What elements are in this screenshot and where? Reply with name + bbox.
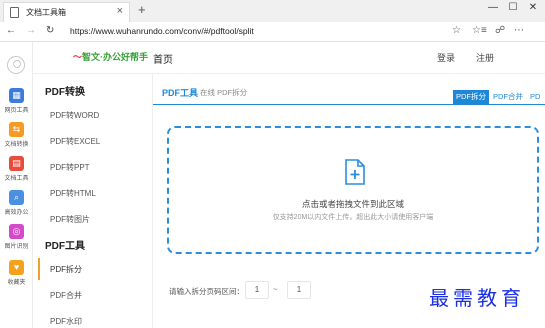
rail-item-office[interactable]: ⌕ 高效办公 xyxy=(0,190,33,220)
refresh-icon[interactable]: ↻ xyxy=(46,25,54,36)
sidebar-item-pdf-to-image[interactable]: PDF转图片 xyxy=(50,214,90,225)
browser-tab-bar: 文档工具箱 × + — ☐ ✕ xyxy=(0,0,545,22)
category-sidebar: PDF转换 PDF转WORD PDF转EXCEL PDF转PPT PDF转HTM… xyxy=(33,74,153,328)
tab-pdf-split[interactable]: PDF拆分 xyxy=(453,90,489,104)
rail-item-favorites[interactable]: ♥ 收藏夹 xyxy=(0,260,33,290)
favorites-icon[interactable]: ☆≡ xyxy=(472,25,487,36)
rail-item-label: 图片识别 xyxy=(4,244,29,250)
active-indicator xyxy=(38,258,40,280)
address-bar: ← → ↻ https://www.wuhanrundo.com/conv/#/… xyxy=(0,22,545,42)
upload-dropzone[interactable]: 点击或者拖拽文件到此区域 仅支持20M以内文件上传，超出此大小请使用客户端 xyxy=(167,126,539,254)
site-logo[interactable]: 〜智文·办公好帮手 xyxy=(73,50,148,63)
site-header: 〜智文·办公好帮手 首页 登录 注册 xyxy=(33,42,545,74)
sidebar-item-pdf-to-html[interactable]: PDF转HTML xyxy=(50,188,96,199)
page-title: PDF工具 xyxy=(162,88,199,98)
rail-item-image-ocr[interactable]: ◎ 图片识别 xyxy=(0,224,33,254)
more-icon[interactable]: ⋯ xyxy=(514,25,524,36)
sidebar-item-pdf-to-ppt[interactable]: PDF转PPT xyxy=(50,162,90,173)
login-link[interactable]: 登录 xyxy=(437,51,455,64)
section-pdf-convert: PDF转换 xyxy=(45,87,85,98)
home-link[interactable]: 首页 xyxy=(153,51,173,66)
range-from-input[interactable]: 1 xyxy=(245,281,269,299)
page-icon xyxy=(10,7,19,18)
logo-text: 智文·办公好帮手 xyxy=(82,52,149,62)
sidebar-item-pdf-split[interactable]: PDF拆分 xyxy=(50,264,82,275)
range-to-input[interactable]: 1 xyxy=(287,281,311,299)
sidebar-item-pdf-to-excel[interactable]: PDF转EXCEL xyxy=(50,136,100,147)
page-subtitle: 在线 PDF拆分 xyxy=(200,88,248,97)
file-add-icon xyxy=(345,159,365,185)
tabs-underline xyxy=(153,104,545,105)
window-close-icon[interactable]: ✕ xyxy=(526,2,540,13)
sidebar-item-pdf-watermark[interactable]: PDF水印 xyxy=(50,316,82,327)
watermark-text: 最需教育 xyxy=(429,286,525,310)
heart-icon: ♥ xyxy=(9,260,24,275)
tab-title: 文档工具箱 xyxy=(26,8,66,17)
rail-item-doc-tools[interactable]: ▤ 文档工具 xyxy=(0,156,33,186)
section-pdf-tools: PDF工具 xyxy=(45,241,85,252)
favorite-star-icon[interactable]: ☆ xyxy=(452,25,461,36)
rail-item-web-tools[interactable]: ▦ 网页工具 xyxy=(0,88,33,118)
image-ocr-icon: ◎ xyxy=(9,224,24,239)
maximize-icon[interactable]: ☐ xyxy=(506,2,520,13)
share-icon[interactable]: ☍ xyxy=(495,25,505,36)
browser-tab[interactable]: 文档工具箱 × xyxy=(3,2,130,22)
rail-item-label: 文档工具 xyxy=(4,176,29,182)
dropzone-title: 点击或者拖拽文件到此区域 xyxy=(301,199,404,209)
tab-pdf-merge[interactable]: PDF合并 xyxy=(490,90,526,104)
rail-item-label: 收藏夹 xyxy=(7,280,26,286)
dropzone-hint: 仅支持20M以内文件上传，超出此大小请使用客户端 xyxy=(272,214,434,221)
minimize-icon[interactable]: — xyxy=(486,2,500,13)
tab-close-icon[interactable]: × xyxy=(117,5,123,17)
office-icon: ⌕ xyxy=(9,190,24,205)
sidebar-item-pdf-to-word[interactable]: PDF转WORD xyxy=(50,110,99,121)
rail-item-label: 文档转换 xyxy=(4,142,29,148)
icon-rail: ▦ 网页工具 ⇆ 文档转换 ▤ 文档工具 ⌕ 高效办公 ◎ 图片识别 ♥ 收藏夹 xyxy=(0,42,33,328)
register-link[interactable]: 注册 xyxy=(476,51,494,64)
url-field[interactable]: https://www.wuhanrundo.com/conv/#/pdftoo… xyxy=(70,26,254,36)
doc-tools-icon: ▤ xyxy=(9,156,24,171)
rail-item-label: 网页工具 xyxy=(4,108,29,114)
range-separator: ~ xyxy=(273,285,278,294)
new-tab-icon[interactable]: + xyxy=(138,2,146,17)
web-tools-icon: ▦ xyxy=(9,88,24,103)
doc-convert-icon: ⇆ xyxy=(9,122,24,137)
page-range-label: 请输入拆分页码区间： xyxy=(169,287,244,296)
rail-item-doc-convert[interactable]: ⇆ 文档转换 xyxy=(0,122,33,152)
sidebar-item-pdf-merge[interactable]: PDF合并 xyxy=(50,290,82,301)
rail-item-label: 高效办公 xyxy=(4,210,29,216)
back-icon[interactable]: ← xyxy=(6,25,16,36)
main-content: PDF工具 在线 PDF拆分 PDF拆分 PDF合并 PD 点击或者拖拽文件到此… xyxy=(153,74,545,328)
avatar[interactable] xyxy=(7,56,25,74)
forward-icon[interactable]: → xyxy=(26,25,36,36)
swoosh-icon: 〜 xyxy=(73,52,83,62)
tab-pdf-more[interactable]: PD xyxy=(527,90,543,104)
